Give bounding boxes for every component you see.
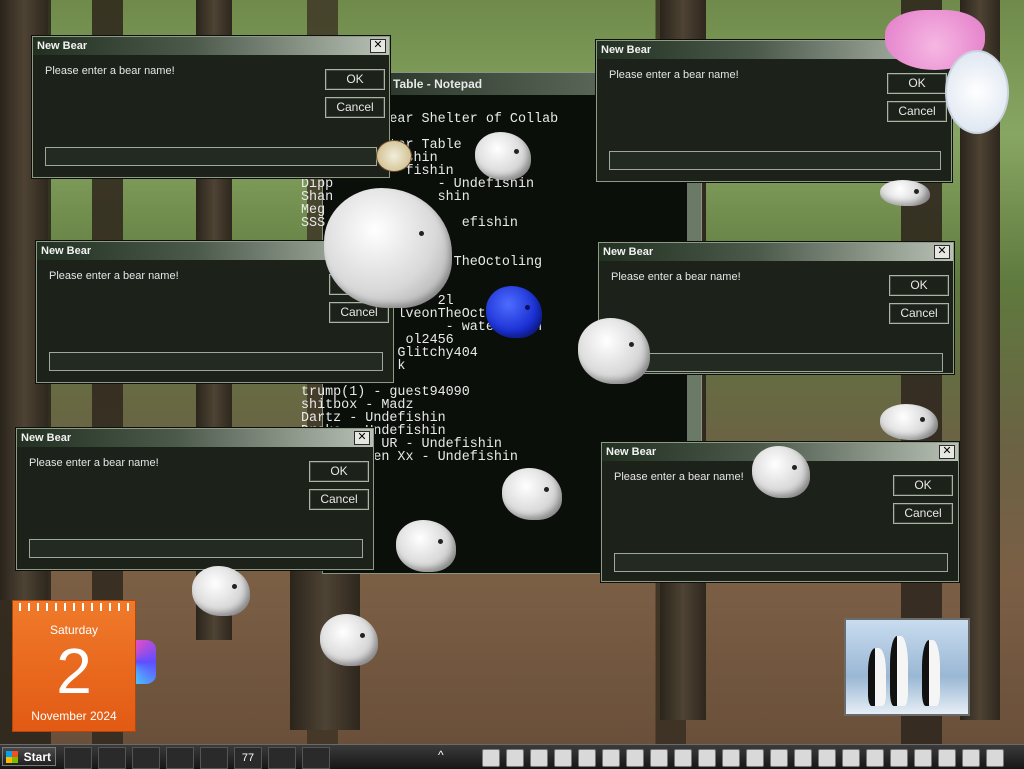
close-icon[interactable]: ✕ (939, 445, 955, 459)
tray-expand-arrow[interactable]: ^ (438, 748, 444, 762)
bear-name-input[interactable] (45, 147, 377, 166)
browser-icon[interactable] (166, 747, 194, 769)
bear-tray-icon[interactable] (650, 749, 668, 767)
notepad-icon[interactable] (200, 747, 228, 769)
explorer-icon[interactable] (132, 747, 160, 769)
cancel-button[interactable]: Cancel (893, 503, 953, 524)
taskbar: Start 77 ^ (0, 744, 1024, 769)
bear-tray-icon[interactable] (578, 749, 596, 767)
close-icon[interactable]: ✕ (934, 245, 950, 259)
bear-name-input[interactable] (614, 553, 948, 572)
bear-tray-icon[interactable] (626, 749, 644, 767)
bear-tray-icon[interactable] (914, 749, 932, 767)
bear-tray-icon[interactable] (674, 749, 692, 767)
cancel-button[interactable]: Cancel (887, 101, 947, 122)
ok-button[interactable]: OK (325, 69, 385, 90)
bear-tray-icon[interactable] (530, 749, 548, 767)
new-bear-dialog[interactable]: New Bear ✕ Please enter a bear name! OK … (596, 40, 952, 182)
cancel-button[interactable]: Cancel (889, 303, 949, 324)
dialog-message: Please enter a bear name! (609, 69, 739, 81)
bear-name-input[interactable] (49, 352, 383, 371)
bear-tray-icon[interactable] (722, 749, 740, 767)
penguin-figure (868, 648, 886, 706)
dialog-title: New Bear (33, 37, 389, 55)
ok-button[interactable]: OK (889, 275, 949, 296)
polar-bear-pet[interactable] (880, 180, 930, 206)
dialog-message: Please enter a bear name! (611, 271, 741, 283)
ok-button[interactable]: OK (887, 73, 947, 94)
bear-tray-icon[interactable] (482, 749, 500, 767)
bear-name-input[interactable] (29, 539, 363, 558)
penguin-figure (890, 636, 908, 706)
ok-button[interactable]: OK (309, 461, 369, 482)
penguin-figure (922, 640, 940, 706)
dialog-title: New Bear (599, 243, 953, 261)
bear-tray-icon[interactable] (698, 749, 716, 767)
bear-tray-icon[interactable] (986, 749, 1004, 767)
app-badge-icon[interactable]: 77 (234, 747, 262, 769)
bear-tray-icon[interactable] (602, 749, 620, 767)
paint-icon[interactable] (268, 747, 296, 769)
bear-tray-icon[interactable] (554, 749, 572, 767)
bear-tray-icon[interactable] (842, 749, 860, 767)
bear-tray-icon[interactable] (962, 749, 980, 767)
close-icon[interactable]: ✕ (370, 39, 386, 53)
dialog-message: Please enter a bear name! (45, 65, 175, 77)
windows-logo-icon (6, 751, 18, 763)
penguin-photo-gadget (844, 618, 970, 716)
new-bear-dialog[interactable]: New Bear ✕ Please enter a bear name! OK … (32, 36, 390, 178)
bear-tray-icon[interactable] (866, 749, 884, 767)
bear-tray-icon[interactable] (890, 749, 908, 767)
dialog-message: Please enter a bear name! (49, 270, 179, 282)
clock-gadget (945, 50, 1009, 134)
bear-tray-icon[interactable] (794, 749, 812, 767)
calendar-day: 2 (56, 635, 92, 707)
bear-tray-icon[interactable] (818, 749, 836, 767)
bear-name-input[interactable] (609, 151, 941, 170)
start-button[interactable]: Start (2, 747, 56, 766)
close-icon[interactable]: ✕ (354, 431, 370, 445)
bear-tray-icon[interactable] (770, 749, 788, 767)
bear-tray-icon[interactable] (938, 749, 956, 767)
sheep-pet[interactable] (376, 140, 412, 172)
calendar-rings (19, 603, 129, 611)
calendar-gadget: Saturday 2 November 2024 (12, 600, 136, 732)
start-label: Start (23, 750, 51, 764)
cancel-button[interactable]: Cancel (309, 489, 369, 510)
new-bear-dialog[interactable]: New Bear ✕ Please enter a bear name! OK … (16, 428, 374, 570)
dialog-title: New Bear (17, 429, 373, 447)
bear-tray-icon[interactable] (506, 749, 524, 767)
show-desktop-icon[interactable] (64, 747, 92, 769)
polar-bear-pet[interactable] (880, 404, 938, 440)
document-icon[interactable] (302, 747, 330, 769)
ok-button[interactable]: OK (893, 475, 953, 496)
dialog-message: Please enter a bear name! (614, 471, 744, 483)
new-bear-dialog[interactable]: New Bear ✕ Please enter a bear name! OK … (598, 242, 954, 374)
bear-tray-icon[interactable] (746, 749, 764, 767)
dialog-message: Please enter a bear name! (29, 457, 159, 469)
bear-name-input[interactable] (611, 353, 943, 372)
cancel-button[interactable]: Cancel (325, 97, 385, 118)
window-switcher-icon[interactable] (98, 747, 126, 769)
calendar-month-year: November 2024 (31, 709, 117, 723)
